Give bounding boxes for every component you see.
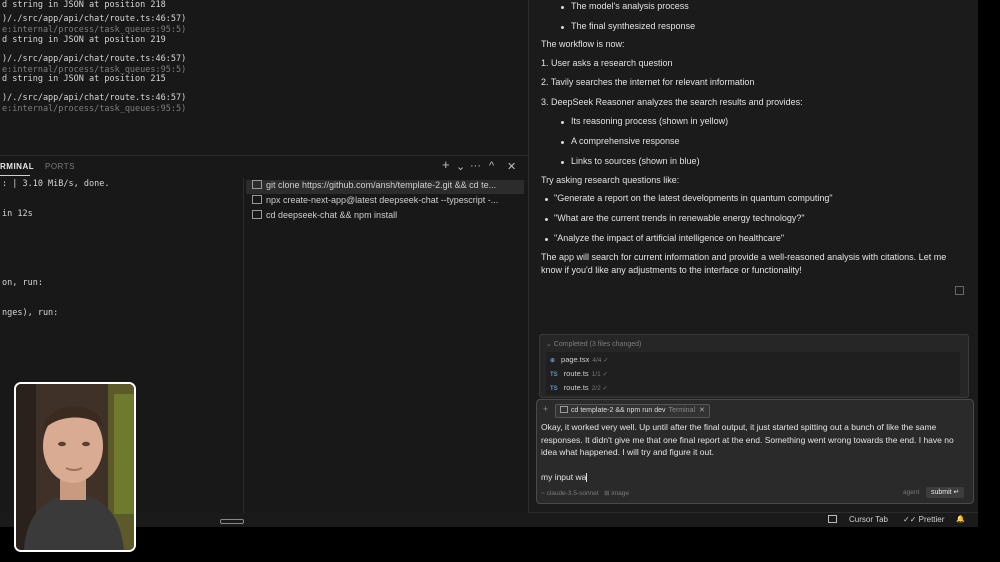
notification-icon[interactable]: 🔔	[956, 515, 965, 523]
file-row[interactable]: TS route.ts 2/2 ✓	[550, 383, 608, 392]
log-line: d string in JSON at position 219	[2, 35, 166, 45]
terminal-toggle-icon[interactable]	[828, 515, 837, 525]
new-terminal-icon[interactable]: +	[442, 157, 450, 172]
terminal-item-label: npx create-next-app@latest deepseek-chat…	[266, 195, 499, 205]
chat-text: "Generate a report on the latest develop…	[554, 193, 833, 203]
chat-text: Its reasoning process (shown in yellow)	[571, 116, 729, 126]
file-count: 4/4 ✓	[592, 357, 609, 364]
file-name: route.ts	[563, 369, 589, 378]
completed-files-box: ⌄ Completed (3 files changed) ⊕ page.tsx 4…	[539, 334, 969, 398]
close-icon[interactable]: ✕	[699, 407, 705, 414]
log-line: )/./src/app/api/chat/route.ts:46:57)	[2, 93, 187, 103]
file-row[interactable]: TS route.ts 1/1 ✓	[550, 369, 608, 378]
terminal-item-label: cd deepseek-chat && npm install	[266, 210, 398, 220]
terminal-item[interactable]: npx create-next-app@latest deepseek-chat…	[246, 195, 524, 209]
tab-ports[interactable]: PORTS	[45, 162, 75, 171]
editor-window: d string in JSON at position 218 )/./src…	[0, 0, 978, 527]
file-row[interactable]: ⊕ page.tsx 4/4 ✓	[550, 355, 609, 364]
bullet-icon	[561, 121, 564, 124]
bullet-icon	[545, 218, 548, 221]
prettier-status[interactable]: ✓✓ Prettier	[903, 515, 944, 524]
log-line: )/./src/app/api/chat/route.ts:46:57)	[2, 14, 187, 24]
terminal-line: in 12s	[2, 209, 33, 219]
chat-heading: The workflow is now:	[541, 39, 625, 49]
chat-text: The final synthesized response	[571, 21, 696, 31]
log-line: d string in JSON at position 215	[2, 74, 166, 84]
log-line: e:internal/process/task_queues:95:5)	[2, 104, 187, 114]
terminal-icon	[252, 210, 262, 220]
file-type-icon: ⊕	[550, 358, 556, 364]
terminal-item[interactable]: git clone https://github.com/ansh/templa…	[246, 180, 524, 194]
bullet-icon	[545, 238, 548, 241]
message-text[interactable]: Okay, it worked very well. Up until afte…	[541, 421, 957, 459]
image-button[interactable]: ⊞ image	[604, 490, 629, 497]
submit-button[interactable]: submit ↵	[926, 487, 965, 498]
message-composer[interactable]: + cd template-2 && npm run dev Terminal ✕ …	[536, 399, 974, 504]
chat-text: "Analyze the impact of artificial intell…	[554, 233, 785, 243]
bullet-icon	[561, 141, 564, 144]
copy-icon[interactable]	[955, 286, 964, 295]
chat-closing-text: The app will search for current informat…	[541, 252, 947, 275]
bullet-icon	[561, 161, 564, 164]
file-count: 1/1 ✓	[591, 371, 608, 378]
chat-text: Links to sources (shown in blue)	[571, 156, 700, 166]
chat-text: 2. Tavily searches the internet for rele…	[541, 77, 755, 87]
file-type-icon: TS	[550, 386, 558, 392]
chat-heading: Try asking research questions like:	[541, 175, 680, 185]
file-type-icon: TS	[550, 372, 558, 378]
bullet-icon	[561, 26, 564, 29]
terminal-icon	[560, 405, 568, 413]
chip-label: cd template-2 && npm run dev	[571, 407, 666, 414]
file-count: 2/2 ✓	[591, 385, 608, 392]
chat-text: 1. User asks a research question	[541, 58, 673, 68]
file-name: route.ts	[563, 383, 589, 392]
terminal-line: : | 3.10 MiB/s, done.	[2, 179, 110, 189]
text-caret	[586, 473, 588, 483]
file-list: ⊕ page.tsx 4/4 ✓ TS route.ts 1/1 ✓ TS route.t…	[546, 352, 960, 395]
active-tab-indicator	[0, 175, 30, 176]
chat-text: The model's analysis process	[571, 1, 689, 11]
bullet-icon	[561, 6, 564, 9]
maximize-panel-icon[interactable]: ^	[489, 160, 494, 172]
terminal-tabs: RMINAL PORTS + ⌄ ··· ^ ✕	[0, 156, 528, 178]
output-log: d string in JSON at position 218 )/./src…	[0, 0, 528, 155]
more-icon[interactable]: ···	[470, 160, 481, 172]
add-context-icon[interactable]: +	[543, 404, 548, 414]
terminal-list: git clone https://github.com/ansh/templa…	[243, 178, 529, 513]
file-name: page.tsx	[561, 355, 590, 364]
chip-kind: Terminal	[668, 407, 696, 414]
terminal-icon	[252, 180, 262, 190]
webcam-overlay	[14, 382, 136, 552]
chat-text: 3. DeepSeek Reasoner analyzes the search…	[541, 97, 803, 107]
terminal-item-label: git clone https://github.com/ansh/templa…	[266, 180, 497, 190]
scroll-handle[interactable]	[220, 519, 244, 524]
completed-header[interactable]: ⌄ Completed (3 files changed)	[546, 340, 641, 348]
tab-terminal[interactable]: RMINAL	[0, 162, 34, 171]
webcam-person-image	[16, 384, 134, 550]
model-name: ~ claude-3.5-sonnet	[541, 490, 599, 497]
log-line: e:internal/process/task_queues:95:5)	[2, 25, 187, 35]
bullet-icon	[545, 198, 548, 201]
log-line: )/./src/app/api/chat/route.ts:46:57)	[2, 54, 187, 64]
log-line: d string in JSON at position 218	[2, 0, 166, 10]
context-chip[interactable]: cd template-2 && npm run dev Terminal ✕	[555, 404, 710, 418]
terminal-line: nges), run:	[2, 308, 59, 318]
message-input[interactable]: my input wa	[541, 472, 588, 483]
terminal-line: on, run:	[2, 278, 43, 288]
chat-text: A comprehensive response	[571, 136, 680, 146]
status-bar: Cursor Tab ✓✓ Prettier 🔔	[528, 512, 978, 527]
chat-panel: The model's analysis process The final s…	[528, 0, 978, 512]
chevron-down-icon[interactable]: ⌄	[456, 160, 465, 173]
typed-text: my input wa	[541, 472, 587, 482]
terminal-icon	[252, 195, 262, 205]
close-panel-icon[interactable]: ✕	[507, 160, 516, 173]
cursor-tab-status[interactable]: Cursor Tab	[849, 515, 888, 524]
chat-text: "What are the current trends in renewabl…	[554, 213, 805, 223]
model-selector[interactable]: ~ claude-3.5-sonnet ⊞ image	[541, 489, 629, 497]
terminal-item[interactable]: cd deepseek-chat && npm install	[246, 210, 524, 224]
mode-label[interactable]: agent	[903, 489, 919, 496]
